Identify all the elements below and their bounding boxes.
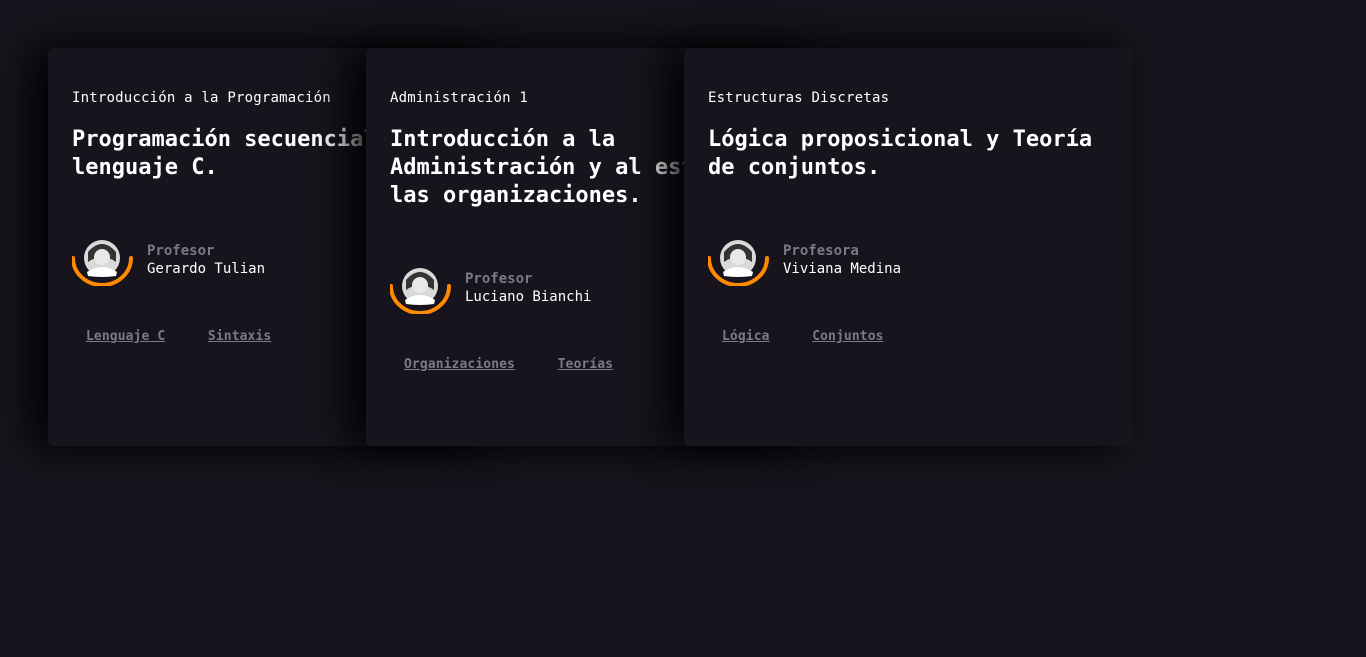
author-text: Profesora Viviana Medina [783,242,901,279]
tag-link[interactable]: Conjuntos [812,329,883,344]
author-role: Profesor [147,242,215,259]
tag-link[interactable]: Teorías [558,357,614,372]
card-tags: Lógica Conjuntos [708,325,1108,344]
card-author: Profesora Viviana Medina [708,238,1108,286]
author-role: Profesora [783,242,859,259]
author-name: Luciano Bianchi [465,288,592,305]
author-name: Gerardo Tulian [147,260,266,277]
author-role: Profesor [465,270,533,287]
user-avatar-icon [390,268,451,314]
card-title[interactable]: Lógica proposicional y Teoría de conjunt… [708,126,1108,238]
author-name: Viviana Medina [783,260,902,277]
avatar[interactable] [390,266,452,314]
tag-link[interactable]: Lógica [722,329,770,344]
author-text: Profesor Luciano Bianchi [465,270,591,307]
course-card[interactable]: Estructuras Discretas Lógica proposicion… [684,48,1132,446]
user-avatar-icon [708,240,769,286]
tag-link[interactable]: Sintaxis [208,329,271,344]
tag-link[interactable]: Organizaciones [404,357,515,372]
tag-link[interactable]: Lenguaje C [86,329,165,344]
avatar[interactable] [72,238,134,286]
card-subject: Estructuras Discretas [708,90,890,106]
avatar[interactable] [708,238,770,286]
author-text: Profesor Gerardo Tulian [147,242,265,279]
user-avatar-icon [72,240,133,286]
card-list: Introducción a la Programación Programac… [48,48,1132,446]
